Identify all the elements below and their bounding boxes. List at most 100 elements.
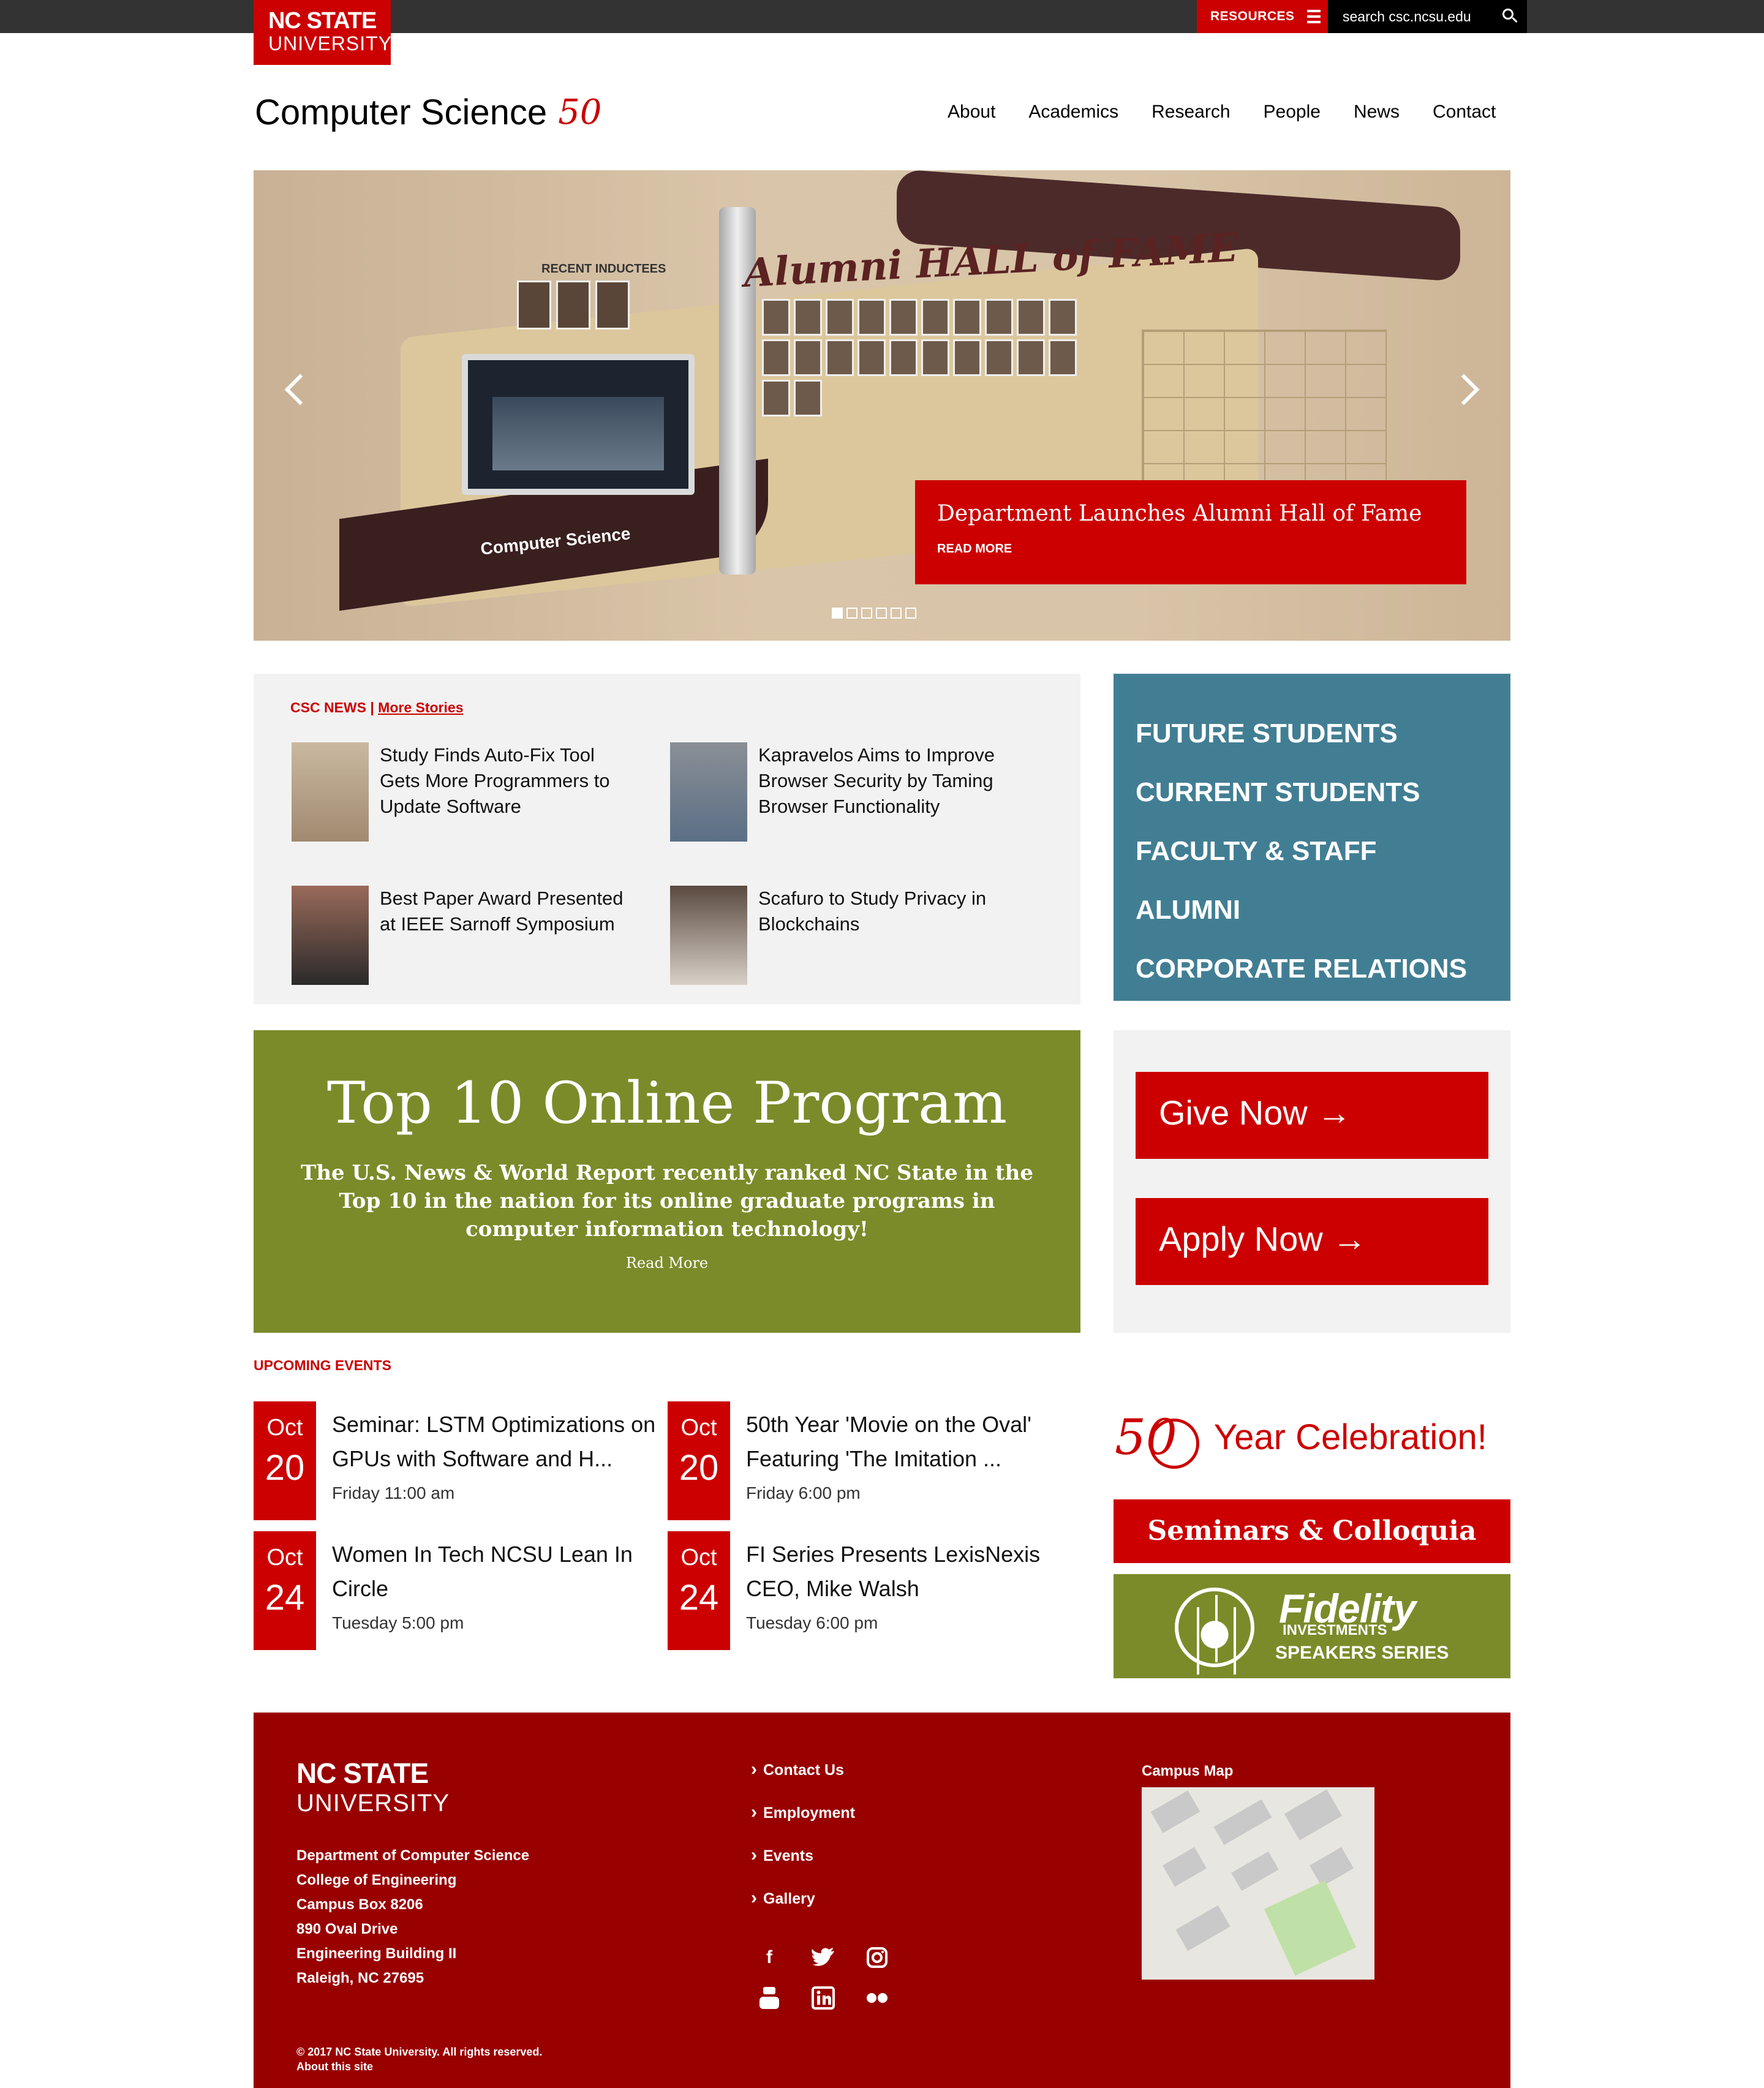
event-item[interactable]: Oct 24 FI Series Presents LexisNexis CEO… <box>668 1531 1072 1654</box>
twitter-icon[interactable] <box>810 1945 837 1970</box>
audience-future-students[interactable]: FUTURE STUDENTS <box>1136 704 1488 763</box>
nav-news[interactable]: News <box>1337 102 1416 122</box>
news-thumbnail <box>670 886 747 985</box>
map-building <box>1163 1847 1207 1887</box>
news-title: Kapravelos Aims to Improve Browser Secur… <box>758 744 995 817</box>
map-green-space <box>1264 1880 1357 1976</box>
flickr-icon[interactable] <box>864 1986 891 2010</box>
search-icon[interactable] <box>1502 9 1513 20</box>
resources-button[interactable]: RESOURCES <box>1197 0 1328 33</box>
carousel-next-icon[interactable] <box>1448 374 1480 405</box>
address-line: Engineering Building II <box>296 1945 457 1962</box>
audience-corporate-relations[interactable]: CORPORATE RELATIONS <box>1136 940 1488 998</box>
audience-alumni[interactable]: ALUMNI <box>1136 881 1488 940</box>
seminars-colloquia-button[interactable]: Seminars & Colloquia <box>1114 1499 1510 1563</box>
copyright-text: © 2017 NC State University. All rights r… <box>296 2046 543 2058</box>
footer-link-events[interactable]: Events <box>751 1845 855 1888</box>
fidelity-speakers-series: SPEAKERS SERIES <box>1275 1643 1449 1663</box>
fidelity-speakers-series-banner[interactable]: Fidelity INVESTMENTS SPEAKERS SERIES <box>1114 1574 1510 1678</box>
hero-carousel: RECENT INDUCTEES Alumni HALL of FAME Com… <box>254 170 1510 641</box>
audience-faculty-staff[interactable]: FACULTY & STAFF <box>1136 822 1488 881</box>
event-month: Oct <box>680 1545 717 1570</box>
campus-map[interactable] <box>1142 1787 1374 1980</box>
promo-banner: Top 10 Online Program The U.S. News & Wo… <box>254 1030 1080 1333</box>
hero-caption-title: Department Launches Alumni Hall of Fame <box>937 501 1422 526</box>
footer-link-employment[interactable]: Employment <box>751 1802 855 1845</box>
carousel-dot[interactable] <box>861 608 872 619</box>
fifty-year-logo: 50 <box>558 92 601 132</box>
news-item[interactable]: Study Finds Auto-Fix Tool Gets More Prog… <box>292 742 635 842</box>
instagram-icon[interactable] <box>864 1945 891 1970</box>
event-day: 24 <box>679 1578 719 1618</box>
promo-read-more-link[interactable]: Read More <box>284 1254 1050 1272</box>
carousel-dot[interactable] <box>846 608 858 619</box>
event-title: 50th Year 'Movie on the Oval' Featuring … <box>746 1412 1032 1471</box>
nav-research[interactable]: Research <box>1135 102 1246 122</box>
hero-read-more-link[interactable]: READ MORE <box>937 542 1444 556</box>
event-day: 20 <box>679 1448 719 1488</box>
event-item[interactable]: Oct 20 50th Year 'Movie on the Oval' Fea… <box>668 1401 1072 1524</box>
site-title-text: Computer Science <box>255 92 548 132</box>
linkedin-icon[interactable] <box>810 1986 837 2010</box>
apply-now-button[interactable]: Apply Now → <box>1136 1198 1488 1285</box>
youtube-icon[interactable] <box>756 1986 783 2010</box>
footer-logo-line-1: NC STATE <box>296 1757 429 1789</box>
footer-link-gallery[interactable]: Gallery <box>751 1888 855 1931</box>
address-line: Department of Computer Science <box>296 1847 530 1864</box>
events-heading: UPCOMING EVENTS <box>254 1357 391 1373</box>
map-building <box>1175 1905 1231 1951</box>
carousel-dot[interactable] <box>832 608 843 619</box>
carousel-dot[interactable] <box>876 608 887 619</box>
campus-map-label: Campus Map <box>1142 1763 1234 1779</box>
address-line: Raleigh, NC 27695 <box>296 1970 424 1986</box>
event-time: Friday 6:00 pm <box>746 1483 861 1502</box>
logo-line-1: NC STATE <box>268 8 377 34</box>
news-panel: CSC NEWS | More Stories Study Finds Auto… <box>254 674 1080 1004</box>
nav-people[interactable]: People <box>1247 102 1337 122</box>
promo-body: The U.S. News & World Report recently ra… <box>301 1161 1033 1242</box>
address-line: Campus Box 8206 <box>296 1896 423 1913</box>
menu-icon <box>1306 10 1321 23</box>
site-title[interactable]: Computer Science 50 <box>255 92 601 133</box>
carousel-dots <box>832 608 916 619</box>
fifty-year-celebration-link[interactable]: 50 Year Celebration! <box>1115 1409 1487 1469</box>
news-item[interactable]: Best Paper Award Presented at IEEE Sarno… <box>292 886 635 985</box>
hero-recent-label: RECENT INDUCTEES <box>541 262 666 276</box>
event-time: Tuesday 6:00 pm <box>746 1613 878 1632</box>
news-title: Best Paper Award Presented at IEEE Sarno… <box>380 888 624 935</box>
search-input[interactable]: search csc.ncsu.edu <box>1328 0 1527 33</box>
nav-contact[interactable]: Contact <box>1416 102 1512 122</box>
footer-ncstate-logo[interactable]: NC STATE UNIVERSITY <box>296 1757 450 1817</box>
event-day: 24 <box>265 1578 305 1618</box>
carousel-dot[interactable] <box>891 608 902 619</box>
carousel-prev-icon[interactable] <box>284 374 316 405</box>
promo-title: Top 10 Online Program <box>326 1070 1008 1137</box>
facebook-icon[interactable]: f <box>756 1945 783 1970</box>
map-building <box>1231 1851 1279 1891</box>
more-stories-link[interactable]: More Stories <box>378 699 463 715</box>
give-now-button[interactable]: Give Now → <box>1136 1072 1488 1159</box>
audience-current-students[interactable]: CURRENT STUDENTS <box>1136 763 1488 822</box>
news-thumbnail <box>670 742 747 842</box>
hero-caption[interactable]: Department Launches Alumni Hall of Fame … <box>915 480 1466 584</box>
search-placeholder: search csc.ncsu.edu <box>1343 8 1471 24</box>
nav-academics[interactable]: Academics <box>1012 102 1135 122</box>
news-item[interactable]: Kapravelos Aims to Improve Browser Secur… <box>670 742 1013 842</box>
news-thumbnail <box>292 886 369 985</box>
hero-tv-screen <box>462 354 695 495</box>
event-time: Friday 11:00 am <box>332 1483 455 1502</box>
event-item[interactable]: Oct 20 Seminar: LSTM Optimizations on GP… <box>254 1401 658 1524</box>
event-month: Oct <box>266 1545 303 1570</box>
fifty-year-number: 50 <box>558 92 602 132</box>
footer-link-contact-us[interactable]: Contact Us <box>751 1759 855 1802</box>
about-this-site-link[interactable]: About this site <box>296 2060 373 2073</box>
ncstate-logo[interactable]: NC STATE UNIVERSITY <box>254 0 391 65</box>
cta-panel: Give Now → Apply Now → <box>1114 1030 1510 1333</box>
celebration-text: Year Celebration! <box>1213 1417 1487 1457</box>
fidelity-emblem-icon <box>1175 1588 1254 1667</box>
carousel-dot[interactable] <box>905 608 916 619</box>
nav-about[interactable]: About <box>931 102 1012 122</box>
event-item[interactable]: Oct 24 Women In Tech NCSU Lean In Circle… <box>254 1531 658 1654</box>
news-title: Study Finds Auto-Fix Tool Gets More Prog… <box>380 744 610 817</box>
news-item[interactable]: Scafuro to Study Privacy in Blockchains <box>670 886 1013 985</box>
